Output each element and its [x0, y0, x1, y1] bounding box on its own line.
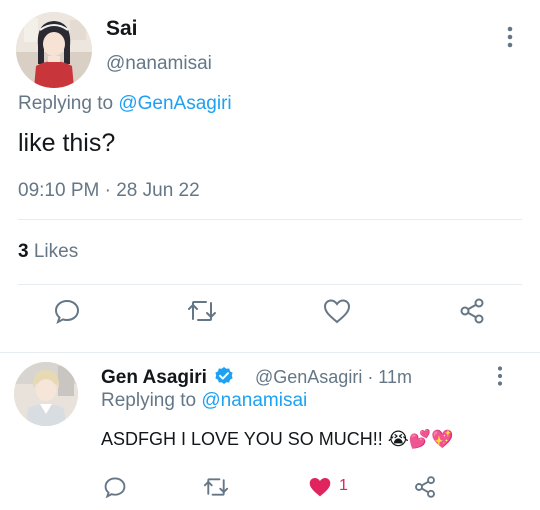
more-options-icon[interactable]: [497, 24, 523, 50]
verified-badge-icon: [214, 366, 234, 386]
divider: [0, 352, 540, 353]
replying-to-mention[interactable]: @nanamisai: [201, 390, 307, 411]
more-options-icon[interactable]: [488, 364, 512, 388]
retweet-icon[interactable]: [199, 470, 233, 504]
reply-author-name-text: Gen Asagiri: [101, 367, 207, 388]
tweet-timestamp[interactable]: 09:10 PM · 28 Jun 22: [18, 180, 200, 202]
avatar-sai[interactable]: [16, 12, 92, 88]
replying-to-mention[interactable]: @GenAsagiri: [118, 93, 231, 114]
author-handle[interactable]: @nanamisai: [106, 53, 212, 75]
replying-to-prefix: Replying to: [101, 390, 197, 411]
avatar-gen-asagiri[interactable]: [14, 362, 78, 426]
reply-replying-to: Replying to @nanamisai: [101, 390, 307, 412]
author-name[interactable]: Sai: [106, 17, 138, 41]
share-icon[interactable]: [455, 294, 489, 328]
replying-to: Replying to @GenAsagiri: [18, 93, 232, 115]
reply-icon[interactable]: [98, 470, 132, 504]
divider: [18, 284, 522, 285]
liked-heart-icon[interactable]: [303, 470, 337, 504]
tweet-actions: [0, 294, 540, 344]
retweet-icon[interactable]: [185, 294, 219, 328]
reply-tweet-text: ASDFGH I LOVE YOU SO MUCH!! 😭💕💖: [101, 429, 454, 449]
avatar-illustration: [14, 362, 78, 426]
likes-label: Likes: [33, 241, 79, 262]
likes-count: 3: [18, 241, 29, 262]
divider: [18, 219, 522, 220]
share-icon[interactable]: [408, 470, 442, 504]
reply-author-handle[interactable]: @GenAsagiri · 11m: [255, 367, 412, 388]
likes-summary[interactable]: 3 Likes: [18, 241, 78, 263]
tweet-text: like this?: [18, 129, 116, 157]
reply-like-count: 1: [339, 477, 348, 494]
reply-tweet-actions: [0, 470, 540, 506]
reply-icon[interactable]: [50, 294, 84, 328]
avatar-illustration: [16, 12, 92, 88]
reply-author-name[interactable]: Gen Asagiri: [101, 366, 234, 389]
like-icon[interactable]: [320, 294, 354, 328]
replying-to-prefix: Replying to: [18, 93, 114, 114]
